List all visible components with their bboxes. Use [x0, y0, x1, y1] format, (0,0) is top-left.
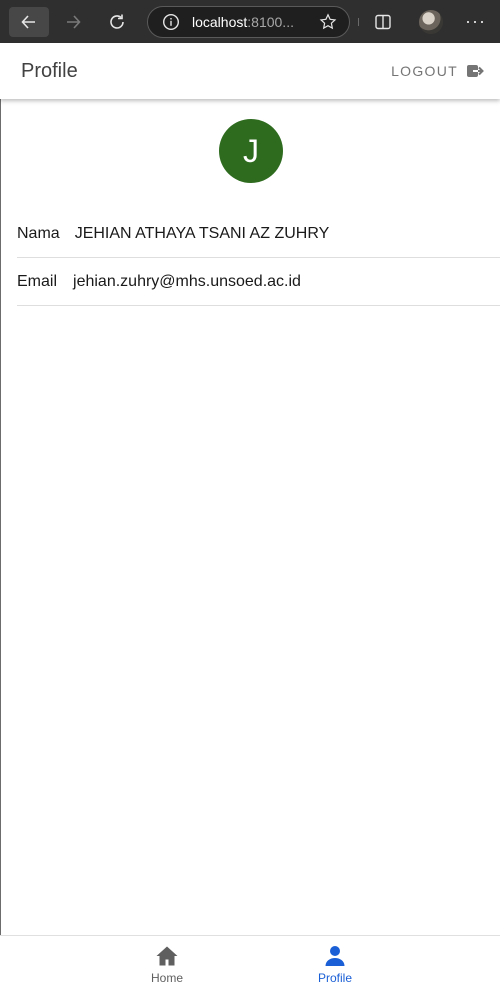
window-edge	[0, 43, 1, 992]
page-title: Profile	[21, 59, 78, 82]
person-icon	[325, 946, 345, 966]
url-port: :8100...	[247, 13, 294, 30]
tab-label: Home	[150, 971, 183, 985]
field-label: Nama	[17, 224, 60, 242]
logout-label: LOGOUT	[391, 63, 458, 79]
split-screen-icon[interactable]	[373, 12, 393, 32]
list-item-email: Email jehian.zuhry@mhs.unsoed.ac.id	[17, 258, 500, 306]
info-icon[interactable]	[162, 13, 180, 31]
field-value: jehian.zuhry@mhs.unsoed.ac.id	[73, 272, 301, 290]
list-item-nama: Nama JEHIAN ATHAYA TSANI AZ ZUHRY	[17, 210, 500, 258]
profile-info-list: Nama JEHIAN ATHAYA TSANI AZ ZUHRY Email …	[17, 210, 500, 306]
logout-icon	[467, 65, 484, 77]
tab-profile[interactable]: Profile	[295, 944, 375, 985]
app-header: Profile LOGOUT	[0, 43, 500, 99]
address-bar[interactable]: localhost:8100...	[147, 5, 350, 38]
tab-home[interactable]: Home	[127, 944, 207, 985]
tab-label: Profile	[317, 971, 352, 985]
logout-button[interactable]: LOGOUT	[391, 62, 484, 80]
field-value: JEHIAN ATHAYA TSANI AZ ZUHRY	[74, 224, 330, 242]
back-arrow-icon	[21, 14, 35, 29]
back-button[interactable]	[9, 6, 49, 37]
url-host: localhost	[192, 13, 248, 30]
forward-button[interactable]	[53, 7, 93, 37]
toolbar-divider	[358, 17, 359, 26]
bottom-tab-bar: Home Profile	[0, 935, 500, 992]
star-icon[interactable]	[319, 12, 337, 31]
browser-toolbar: localhost:8100... ···	[0, 0, 500, 43]
avatar: J	[219, 119, 283, 183]
reload-button[interactable]	[97, 7, 137, 37]
forward-arrow-icon	[67, 14, 81, 29]
reload-icon	[110, 14, 124, 29]
home-icon	[156, 946, 178, 966]
profile-avatar-icon[interactable]	[419, 9, 443, 34]
more-icon[interactable]: ···	[465, 11, 486, 32]
field-label: Email	[17, 272, 58, 290]
